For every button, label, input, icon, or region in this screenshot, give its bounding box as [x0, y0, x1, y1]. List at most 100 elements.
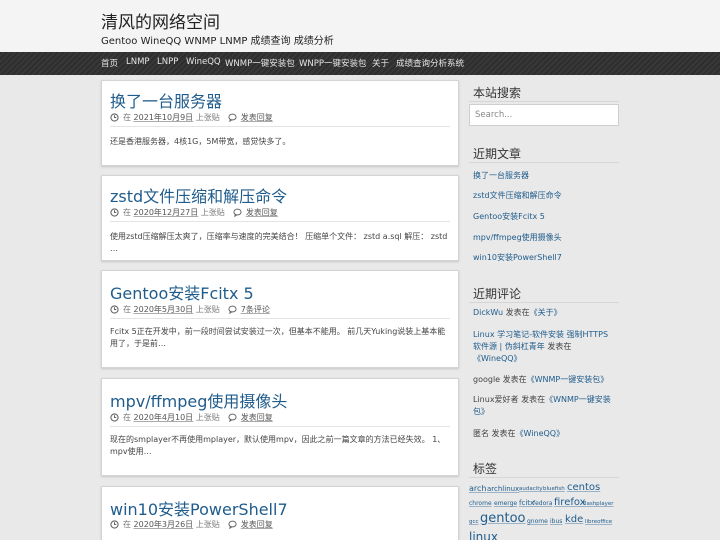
post-date[interactable]: 2020年4月10日 — [134, 412, 194, 423]
recent-comment: Linux爱好者 发表在《WNMP一键安装包》 — [473, 394, 615, 418]
tag-link[interactable]: firefox — [554, 497, 586, 508]
tag-link[interactable]: chrome — [469, 500, 492, 507]
post-comments-link[interactable]: 发表回复 — [241, 112, 273, 123]
tag-link[interactable]: kde — [565, 514, 583, 525]
comment-post-link[interactable]: 《关于》 — [530, 308, 562, 317]
post-author: 上张贴 — [195, 305, 220, 314]
tag-link[interactable]: gentoo — [480, 511, 526, 526]
recent-comment: 匿名 发表在《WineQQ》 — [473, 428, 615, 440]
post-author: 上张贴 — [195, 113, 220, 122]
recent-post-link[interactable]: 换了一台服务器 — [473, 170, 529, 181]
post-meta: 在 2020年4月10日 上张贴 发表回复 — [110, 412, 273, 423]
meta-prefix: 在 — [123, 208, 131, 217]
post-comments-link[interactable]: 发表回复 — [241, 412, 273, 423]
post-comments-link[interactable]: 7条评论 — [241, 304, 270, 315]
post-comments-link[interactable]: 发表回复 — [246, 207, 278, 218]
nav-item-wnmp-installer[interactable]: WNMP一键安装包 — [225, 57, 295, 69]
widget-divider — [469, 302, 619, 303]
tag-link[interactable]: gcc — [469, 519, 479, 525]
nav-item-wineqq[interactable]: WineQQ — [186, 57, 221, 67]
tag-link[interactable]: gnome — [527, 518, 548, 525]
comment-author: Linux爱好者 — [473, 395, 519, 404]
comment-post-link[interactable]: 《WineQQ》 — [473, 354, 522, 363]
recent-post-link[interactable]: win10安装PowerShell7 — [473, 252, 562, 263]
card-divider — [110, 126, 450, 127]
clock-icon — [110, 305, 119, 314]
post-comments-link[interactable]: 发表回复 — [241, 519, 273, 530]
post-card: 换了一台服务器 在 2021年10月9日 上张贴 发表回复 还是香港服务器，4核… — [101, 80, 459, 166]
tag-link[interactable]: emerge — [494, 500, 517, 507]
widget-divider — [469, 101, 619, 102]
comment-author[interactable]: Linux 学习笔记-软件安装 强制HTTPS软件源 | 伪斜杠青年 — [473, 330, 608, 351]
meta-prefix: 在 — [123, 113, 131, 122]
meta-prefix: 在 — [123, 520, 131, 529]
tag-link[interactable]: archlinux — [487, 485, 519, 493]
nav-item-lnmp[interactable]: LNMP — [126, 57, 150, 67]
comment-icon — [228, 113, 237, 122]
post-date[interactable]: 2021年10月9日 — [134, 112, 194, 123]
post-card: win10安装PowerShell7 在 2020年3月26日 上张贴 发表回复 — [101, 486, 459, 540]
recent-comment: google 发表在《WNMP一键安装包》 — [473, 374, 615, 386]
recent-comments-title: 近期评论 — [473, 287, 522, 301]
nav-item-lnpp[interactable]: LNPP — [157, 57, 178, 67]
tag-link[interactable]: ibus — [550, 518, 562, 525]
comment-author: 匿名 — [473, 429, 489, 438]
nav-item-home[interactable]: 首页 — [101, 57, 118, 69]
post-excerpt: 还是香港服务器，4核1G，5M带宽，感觉快多了。 — [110, 137, 291, 146]
post-title[interactable]: 换了一台服务器 — [110, 88, 222, 112]
recent-post-link[interactable]: zstd文件压缩和解压命令 — [473, 190, 562, 201]
comment-icon — [228, 305, 237, 314]
clock-icon — [110, 113, 119, 122]
post-title[interactable]: zstd文件压缩和解压命令 — [110, 183, 287, 207]
tag-link[interactable]: audacity — [519, 486, 543, 492]
post-card: Gentoo安装Fcitx 5 在 2020年5月30日 上张贴 7条评论 Fc… — [101, 270, 459, 368]
post-title[interactable]: Gentoo安装Fcitx 5 — [110, 280, 254, 304]
search-input[interactable] — [469, 104, 619, 126]
comment-icon — [228, 520, 237, 529]
post-date[interactable]: 2020年12月27日 — [134, 207, 199, 218]
post-title[interactable]: win10安装PowerShell7 — [110, 496, 288, 520]
recent-post-link[interactable]: mpv/ffmpeg使用摄像头 — [473, 232, 562, 243]
tag-link[interactable]: fedora — [533, 500, 552, 507]
recent-comment: DickWu 发表在《关于》 — [473, 307, 615, 319]
post-card: mpv/ffmpeg使用摄像头 在 2020年4月10日 上张贴 发表回复 现在… — [101, 378, 459, 476]
comment-icon — [233, 208, 242, 217]
recent-post-link[interactable]: Gentoo安装Fcitx 5 — [473, 211, 545, 222]
tag-link[interactable]: arch — [469, 484, 486, 493]
post-title[interactable]: mpv/ffmpeg使用摄像头 — [110, 388, 287, 412]
tag-link[interactable]: centos — [567, 482, 600, 493]
post-author: 上张贴 — [195, 413, 220, 422]
comment-post-link[interactable]: 《WNMP一键安装包》 — [527, 375, 609, 384]
sidebar: 本站搜索 近期文章 换了一台服务器 zstd文件压缩和解压命令 Gentoo安装… — [469, 78, 619, 540]
main-navbar: 首页 LNMP LNPP WineQQ WNMP一键安装包 WNPP一键安装包 … — [0, 52, 720, 75]
post-date[interactable]: 2020年5月30日 — [134, 304, 194, 315]
clock-icon — [110, 208, 119, 217]
tag-link[interactable]: bluefish — [543, 486, 565, 492]
post-author: 上张贴 — [195, 520, 220, 529]
tags-title: 标签 — [473, 462, 498, 476]
comment-on: 发表在 — [521, 395, 546, 404]
post-date[interactable]: 2020年3月26日 — [134, 519, 194, 530]
tag-link[interactable]: flashplayer — [583, 501, 613, 507]
post-author: 上张贴 — [200, 208, 225, 217]
nav-item-wnpp-installer[interactable]: WNPP一键安装包 — [299, 57, 367, 69]
tag-link[interactable]: libreoffice — [585, 519, 612, 525]
tag-link[interactable]: fcitx — [519, 499, 534, 507]
post-meta: 在 2020年12月27日 上张贴 发表回复 — [110, 207, 278, 218]
clock-icon — [110, 413, 119, 422]
card-divider — [110, 318, 450, 319]
nav-item-about[interactable]: 关于 — [372, 57, 389, 69]
site-title[interactable]: 清风的网络空间 — [101, 8, 220, 33]
post-card: zstd文件压缩和解压命令 在 2020年12月27日 上张贴 发表回复 使用z… — [101, 175, 459, 261]
comment-author[interactable]: DickWu — [473, 308, 503, 317]
nav-item-score-system[interactable]: 成绩查询分析系统 — [396, 57, 464, 69]
widget-divider — [469, 477, 619, 478]
comment-post-link[interactable]: 《WineQQ》 — [516, 429, 565, 438]
site-description: Gentoo WineQQ WNMP LNMP 成绩查询 成绩分析 — [101, 36, 334, 47]
post-excerpt: Fcitx 5正在开发中，前一段时间尝试安装过一次，但基本不能用。 前几天Yuk… — [110, 327, 446, 348]
post-meta: 在 2020年5月30日 上张贴 7条评论 — [110, 304, 270, 315]
meta-prefix: 在 — [123, 413, 131, 422]
comment-on: 发表在 — [491, 429, 516, 438]
tag-link[interactable]: linux — [469, 530, 498, 540]
post-excerpt: 使用zstd压缩解压太爽了，压缩率与速度的完美结合！ 压缩单个文件： zstd … — [110, 232, 448, 253]
